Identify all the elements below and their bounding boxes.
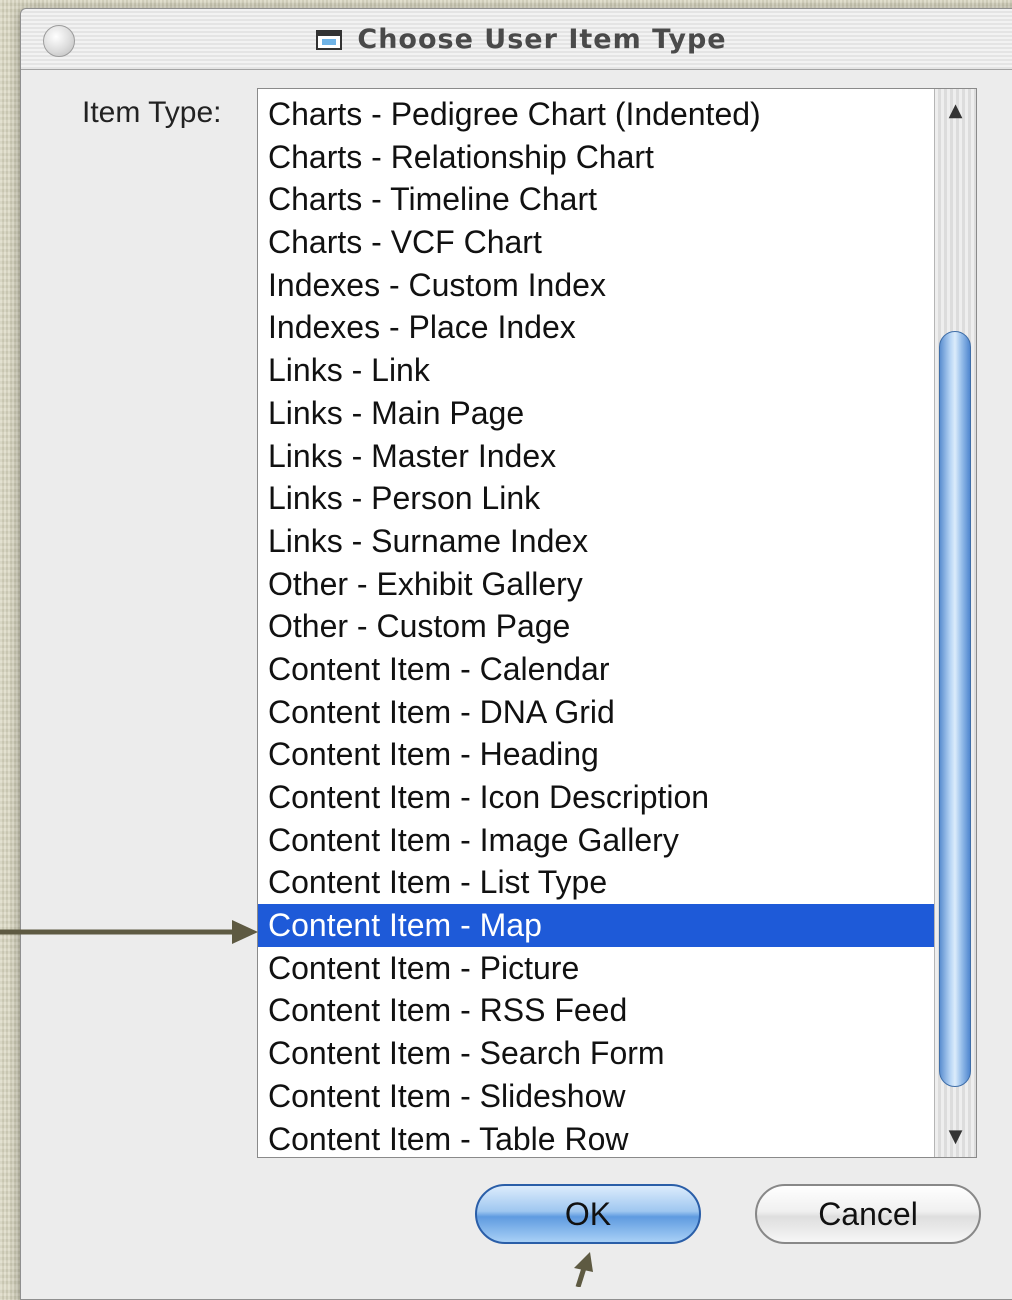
list-item[interactable]: Links - Person Link [258,477,934,520]
list-item[interactable]: Content Item - Slideshow [258,1075,934,1118]
list-item[interactable]: Content Item - Search Form [258,1032,934,1075]
dialog-title: Choose User Item Type [357,23,727,55]
title-wrap: Choose User Item Type [21,9,1012,69]
ok-button[interactable]: OK [475,1184,701,1244]
list-item[interactable]: Content Item - Icon Description [258,776,934,819]
list-item[interactable]: Other - Exhibit Gallery [258,563,934,606]
list-item[interactable]: Links - Surname Index [258,520,934,563]
list-item[interactable]: Charts - VCF Chart [258,221,934,264]
list-item[interactable]: Indexes - Custom Index [258,264,934,307]
list-item[interactable]: Content Item - Image Gallery [258,819,934,862]
list-item[interactable]: Charts - Relationship Chart [258,136,934,179]
cancel-button[interactable]: Cancel [755,1184,981,1244]
list-item[interactable]: Content Item - DNA Grid [258,691,934,734]
list-item[interactable]: Content Item - Heading [258,733,934,776]
list-item[interactable]: Charts - Pedigree Chart (Indented) [258,93,934,136]
list-item[interactable]: Content Item - RSS Feed [258,989,934,1032]
list-item[interactable]: Content Item - Calendar [258,648,934,691]
list-item[interactable]: Indexes - Place Index [258,306,934,349]
window-icon [316,30,343,50]
list-item[interactable]: Links - Main Page [258,392,934,435]
vertical-scrollbar[interactable]: ▲ ▼ [934,89,976,1157]
list-item[interactable]: Content Item - Map [258,904,934,947]
scroll-thumb[interactable] [939,331,971,1087]
item-type-list[interactable]: Charts - Pedigree Chart (Indented) Charts… [258,93,934,1160]
scroll-down-arrow-icon[interactable]: ▼ [935,1115,976,1157]
scroll-up-arrow-icon[interactable]: ▲ [935,89,976,131]
list-item[interactable]: Content Item - Picture [258,947,934,990]
list-item[interactable]: Links - Master Index [258,435,934,478]
list-item[interactable]: Charts - Timeline Chart [258,178,934,221]
list-item[interactable]: Content Item - Table Row [258,1118,934,1161]
item-type-label: Item Type: [82,96,222,129]
list-item[interactable]: Links - Link [258,349,934,392]
list-item[interactable]: Content Item - List Type [258,861,934,904]
list-item[interactable]: Other - Custom Page [258,605,934,648]
title-bar[interactable]: Choose User Item Type [21,9,1012,70]
item-type-listbox[interactable]: Charts - Pedigree Chart (Indented) Charts… [257,88,977,1158]
